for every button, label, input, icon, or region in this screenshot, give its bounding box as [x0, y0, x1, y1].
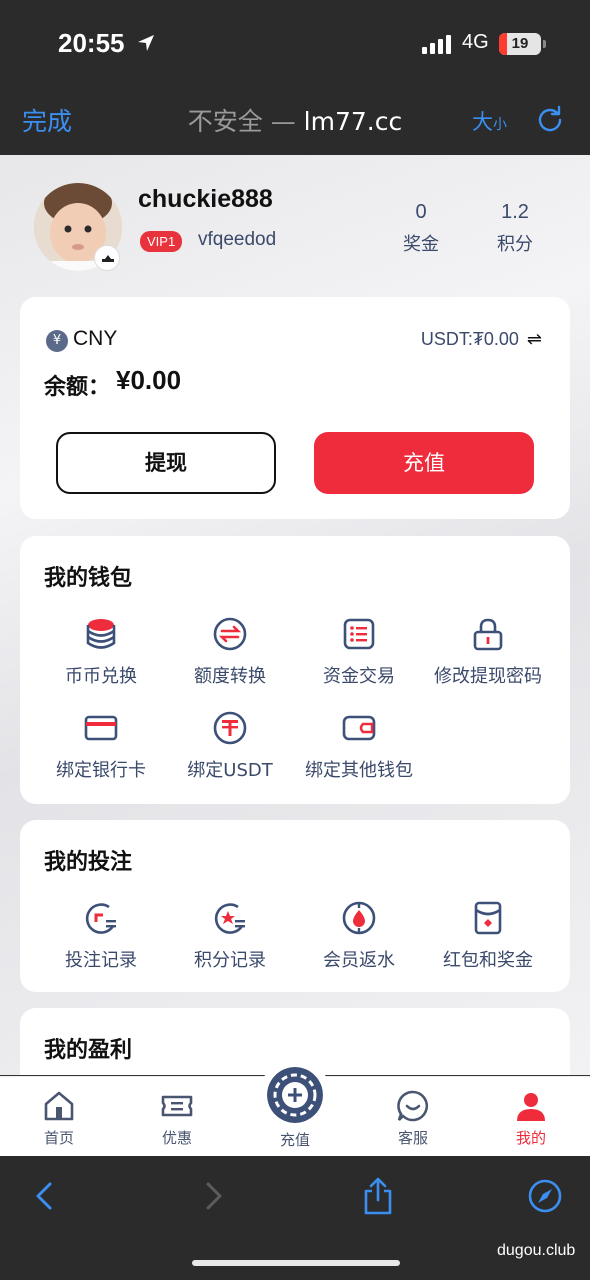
status-bar: 20:55 4G 19 — [0, 0, 590, 88]
battery-percent: 19 — [511, 35, 529, 52]
battery-indicator: 19 — [499, 33, 546, 55]
back-arrow-icon[interactable] — [28, 1176, 62, 1216]
wallet-item-fund-transactions[interactable]: 资金交易 — [294, 616, 424, 688]
bets-item-red-envelope-bonus[interactable]: 红包和奖金 — [423, 900, 553, 972]
user-icon — [517, 1093, 545, 1121]
wallet-title: 我的钱包 — [44, 566, 133, 591]
points-label: 积分 — [497, 234, 533, 255]
list-icon — [343, 618, 375, 650]
deposit-fab — [259, 1059, 331, 1131]
tab-label: 客服 — [397, 1129, 428, 1147]
forward-arrow-icon[interactable] — [196, 1176, 230, 1216]
share-icon[interactable] — [361, 1176, 395, 1216]
wallet-item-quota-transfer[interactable]: 额度转换 — [165, 616, 295, 688]
tab-label: 优惠 — [161, 1129, 192, 1147]
insecure-label: 不安全 — — [187, 107, 304, 136]
home-indicator — [192, 1260, 400, 1266]
bets-item-points-record[interactable]: 积分记录 — [165, 900, 295, 972]
points-stat[interactable]: 1.2 积分 — [480, 201, 550, 256]
battery-level — [499, 33, 507, 55]
ticket-icon — [161, 1095, 193, 1117]
bank-card-icon — [84, 715, 118, 741]
bonus-stat[interactable]: 0 奖金 — [386, 201, 456, 256]
username: chuckie888 — [138, 185, 273, 213]
tab-home[interactable]: 首页 — [14, 1089, 104, 1148]
wallet-item-change-withdraw-password[interactable]: 修改提现密码 — [423, 616, 553, 688]
tab-label: 充值 — [279, 1131, 310, 1149]
avatar-edit-icon[interactable] — [94, 245, 120, 271]
wallet-section: 我的钱包 币币兑换 额度转换 资金交易 修改提现密码 绑定银行卡 绑定USDT … — [20, 536, 570, 804]
bets-item-label: 会员返水 — [323, 950, 395, 971]
balance-label: 余额： — [44, 375, 111, 400]
bet-record-icon — [85, 903, 116, 934]
text-size-large: 大 — [472, 110, 493, 134]
status-time: 20:55 — [58, 28, 125, 58]
lock-icon — [473, 618, 503, 651]
wallet-item-bind-bank-card[interactable]: 绑定银行卡 — [36, 710, 166, 782]
wallet-item-coin-exchange[interactable]: 币币兑换 — [36, 616, 166, 688]
nickname: vfqeedod — [198, 229, 277, 250]
bets-item-label: 投注记录 — [65, 950, 137, 971]
support-icon — [397, 1090, 429, 1122]
bets-title: 我的投注 — [44, 850, 133, 875]
avatar[interactable] — [34, 183, 124, 273]
usdt-balance[interactable]: USDT:₮0.00 ⇌ — [421, 329, 542, 350]
balance-value: ¥0.00 — [116, 365, 182, 395]
currency-icon: ¥ — [46, 330, 68, 352]
tab-support[interactable]: 客服 — [368, 1089, 458, 1148]
bottom-tab-bar: 首页 优惠 充值 客服 我的 — [0, 1059, 590, 1156]
wallet-item-label: 额度转换 — [194, 666, 266, 687]
bets-item-bet-record[interactable]: 投注记录 — [36, 900, 166, 972]
wallet-icon — [342, 715, 376, 741]
bonus-label: 奖金 — [403, 234, 439, 255]
domain-label: lm77.cc — [303, 107, 403, 136]
deposit-button[interactable]: 充值 — [314, 432, 534, 494]
network-type: 4G — [462, 31, 489, 53]
page-content: chuckie888 VIP1 vfqeedod 0 奖金 1.2 积分 ¥ C… — [0, 155, 590, 1075]
withdraw-button[interactable]: 提现 — [56, 432, 276, 494]
currency-label: CNY — [73, 327, 118, 350]
transfer-icon — [213, 617, 247, 651]
usdt-balance-text: USDT:₮0.00 — [420, 329, 519, 349]
usdt-icon — [213, 711, 247, 745]
red-envelope-icon — [474, 901, 502, 935]
tab-label: 我的 — [515, 1129, 546, 1147]
balance-card: ¥ CNY USDT:₮0.00 ⇌ 余额： ¥0.00 提现 充值 — [20, 297, 570, 519]
browser-address-bar: 完成 不安全 — lm77.cc 大小 — [0, 88, 590, 155]
tab-promotions[interactable]: 优惠 — [132, 1089, 222, 1148]
wallet-item-bind-usdt[interactable]: 绑定USDT — [165, 710, 295, 782]
location-arrow-icon — [138, 35, 154, 51]
reload-icon[interactable] — [536, 105, 564, 133]
coins-icon — [86, 619, 116, 649]
bets-item-member-rebate[interactable]: 会员返水 — [294, 900, 424, 972]
bets-section: 我的投注 投注记录 积分记录 会员返水 红包和奖金 — [20, 820, 570, 992]
bonus-value: 0 — [415, 201, 427, 223]
text-size-small: 小 — [493, 117, 507, 133]
points-record-icon — [214, 903, 245, 934]
wallet-item-label: 资金交易 — [323, 666, 395, 687]
tab-mine[interactable]: 我的 — [486, 1089, 576, 1148]
wallet-item-label: 币币兑换 — [65, 666, 137, 687]
watermark: dugou.club — [497, 1242, 576, 1259]
tab-deposit[interactable]: 充值 — [251, 1059, 339, 1150]
wallet-item-label: 绑定其他钱包 — [305, 760, 413, 781]
text-size-button[interactable]: 大小 — [472, 106, 507, 136]
compass-icon[interactable] — [528, 1176, 562, 1216]
wallet-item-bind-other-wallet[interactable]: 绑定其他钱包 — [294, 710, 424, 782]
cellular-signal-icon — [422, 35, 451, 54]
points-value: 1.2 — [501, 201, 529, 223]
tab-label: 首页 — [43, 1129, 74, 1147]
browser-toolbar: dugou.club — [0, 1156, 590, 1280]
wallet-item-label: 修改提现密码 — [434, 666, 542, 687]
vip-badge: VIP1 — [140, 231, 183, 252]
bets-item-label: 积分记录 — [194, 950, 266, 971]
deposit-icon — [267, 1067, 323, 1123]
rebate-icon — [342, 901, 376, 935]
bets-item-label: 红包和奖金 — [443, 950, 533, 971]
swap-icon[interactable]: ⇌ — [527, 329, 542, 349]
wallet-item-label: 绑定USDT — [187, 760, 273, 781]
home-icon — [44, 1091, 74, 1121]
wallet-item-label: 绑定银行卡 — [56, 760, 146, 781]
profit-title: 我的盈利 — [44, 1038, 133, 1063]
